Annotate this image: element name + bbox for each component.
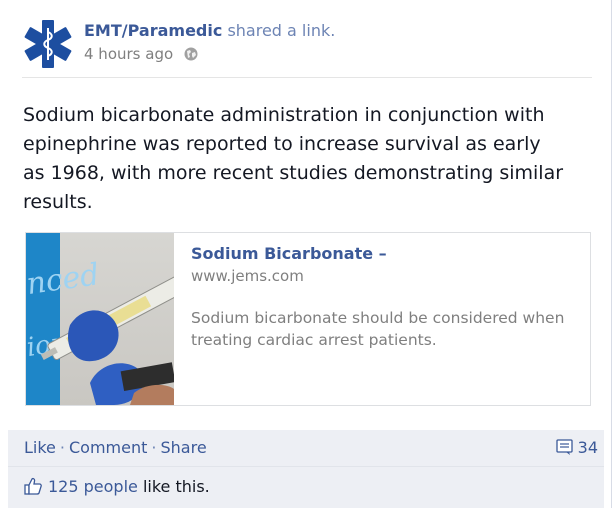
share-button[interactable]: Share (160, 438, 206, 457)
separator-dot: · (151, 438, 157, 457)
likes-summary: 125 people like this. (24, 476, 210, 498)
post-header: EMT/Paramedic shared a link. 4 hours ago (22, 18, 592, 78)
timestamp-line: 4 hours ago (84, 43, 335, 65)
comment-button[interactable]: Comment (69, 438, 147, 457)
post-text: Sodium bicarbonate administration in con… (23, 104, 564, 213)
author-name[interactable]: EMT/Paramedic (84, 21, 222, 40)
timestamp[interactable]: 4 hours ago (84, 45, 173, 63)
star-of-life-icon[interactable] (22, 18, 74, 70)
link-description: Sodium bicarbonate should be considered … (191, 309, 565, 349)
link-domain: www.jems.com (191, 267, 304, 285)
comment-icon (555, 439, 574, 455)
comments-count-button[interactable]: 34 (555, 437, 598, 459)
like-button[interactable]: Like (24, 438, 56, 457)
header-line: EMT/Paramedic shared a link. (84, 20, 335, 42)
footer-divider (8, 466, 604, 467)
link-title[interactable]: Sodium Bicarbonate – (191, 243, 574, 265)
syringe-photo-thumbnail[interactable]: nced ions (26, 233, 174, 405)
thumbs-up-icon (24, 477, 42, 495)
action-links: Like · Comment · Share (24, 437, 207, 459)
separator-dot: · (59, 438, 65, 457)
header-text: EMT/Paramedic shared a link. 4 hours ago (84, 20, 335, 65)
post-footer: Like · Comment · Share 34 125 people like th… (8, 430, 604, 508)
likes-text: like this. (137, 477, 210, 496)
likers-link[interactable]: 125 people (48, 477, 138, 496)
link-preview-card[interactable]: nced ions Sodium Bicarbonate – www.jems.… (25, 232, 591, 406)
share-action: shared a link. (227, 21, 336, 40)
comments-count: 34 (577, 438, 598, 457)
header-divider (22, 77, 592, 78)
link-info: Sodium Bicarbonate – www.jems.com Sodium… (191, 243, 574, 351)
globe-icon[interactable] (184, 45, 198, 61)
